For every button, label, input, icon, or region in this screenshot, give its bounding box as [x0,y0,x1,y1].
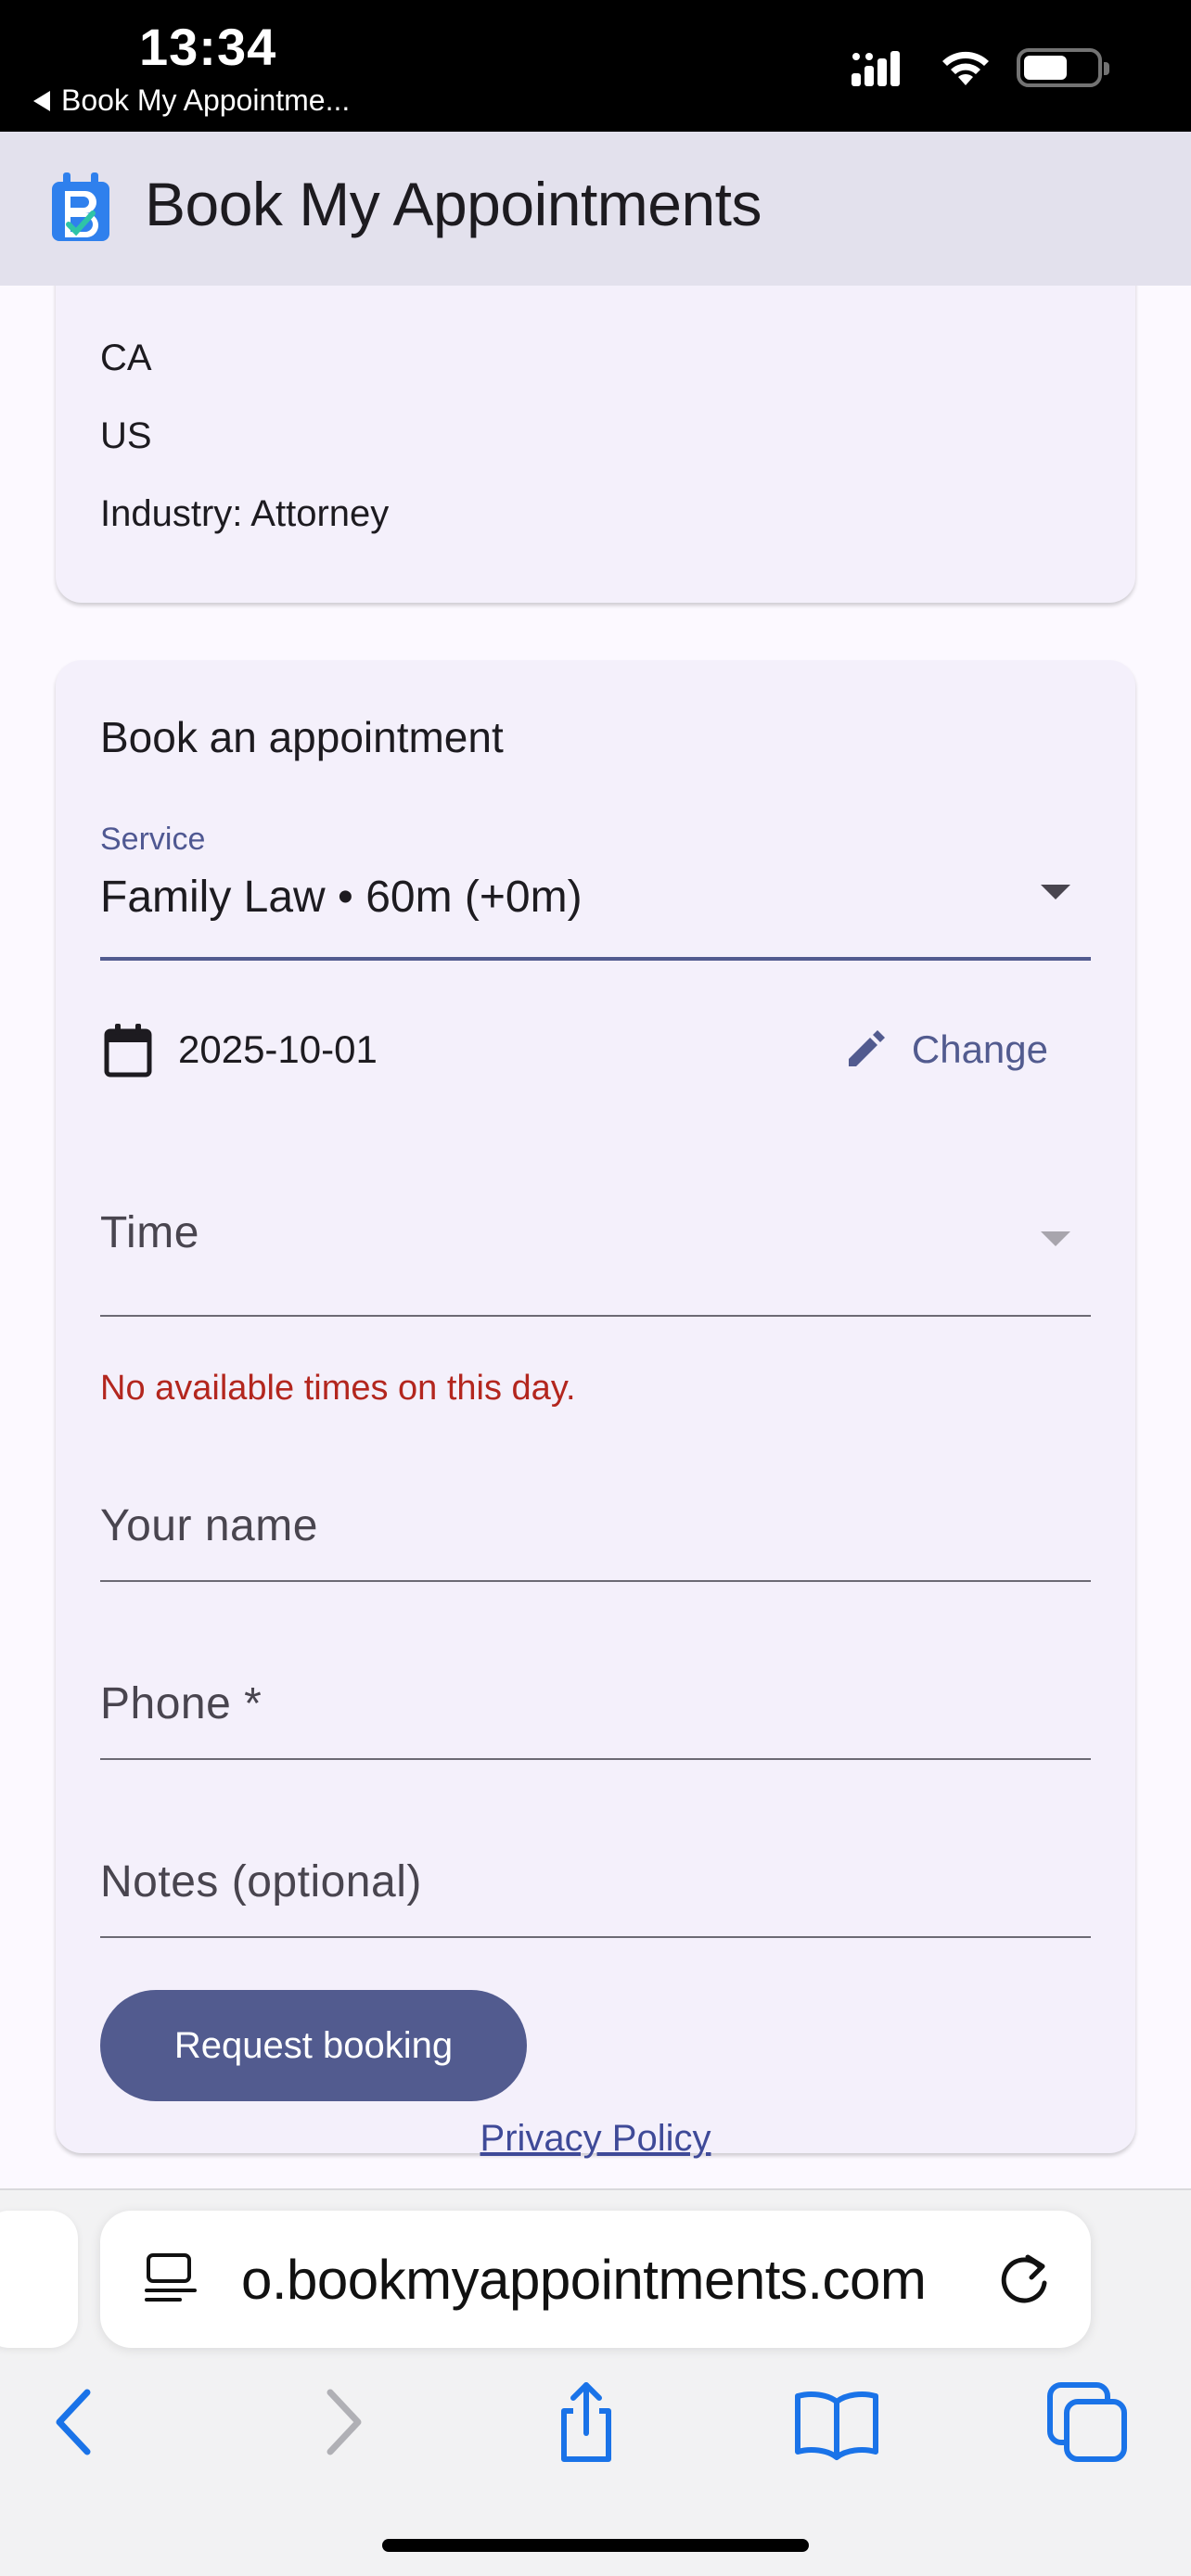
business-info-card: CA US Industry: Attorney [56,286,1135,603]
name-placeholder: Your name [100,1501,318,1550]
phone-underline [100,1758,1091,1760]
service-label: Service [100,822,206,857]
booking-card: Book an appointment Service Family Law •… [56,660,1135,2159]
back-app-label: Book My Appointme... [61,83,351,117]
selected-date: 2025-10-01 [178,1027,378,1071]
pencil-icon [848,1030,885,1066]
share-icon[interactable] [542,2378,631,2467]
time-placeholder: Time [100,1208,199,1257]
change-date-label: Change [911,1027,1048,1071]
previous-tab-peek[interactable] [0,2211,78,2348]
chevron-down-icon [1041,1231,1070,1246]
privacy-policy-link[interactable]: Privacy Policy [56,2118,1135,2160]
app-title: Book My Appointments [145,170,762,238]
calendar-icon [104,1024,152,1078]
notes-placeholder: Notes (optional) [100,1857,422,1906]
status-time: 13:34 [139,18,277,76]
tabs-icon[interactable] [1043,2378,1132,2467]
url-text: o.bookmyappointments.com [241,2249,927,2311]
app-bar: Book My Appointments [0,132,1191,286]
safari-toolbar: o.bookmyappointments.com [0,2188,1191,2576]
business-industry: Industry: Attorney [100,493,390,534]
calendar-check-logo [52,172,109,241]
page-menu-icon[interactable] [143,2251,198,2307]
cellular-signal-icon [852,51,900,86]
wifi-icon [942,51,989,85]
business-state: CA [100,338,152,378]
time-underline [100,1315,1091,1317]
back-triangle-icon [33,90,50,111]
service-value: Family Law • 60m (+0m) [100,873,583,922]
request-booking-button[interactable]: Request booking [100,1990,527,2101]
status-bar: 13:34 Book My Appointme... [0,0,1191,132]
back-to-app-link[interactable]: Book My Appointme... [33,83,350,118]
home-indicator[interactable] [382,2539,809,2552]
chevron-down-icon [1041,885,1070,899]
service-underline [100,957,1091,961]
business-country: US [100,415,152,456]
phone-placeholder: Phone * [100,1679,263,1728]
back-icon[interactable] [33,2378,122,2467]
date-row: 2025-10-01 Change [100,1013,1091,1087]
battery-icon [1017,48,1109,87]
address-bar[interactable]: o.bookmyappointments.com [100,2211,1091,2348]
forward-icon[interactable] [295,2378,384,2467]
bookmarks-icon[interactable] [792,2378,881,2467]
change-date-button[interactable]: Change [845,1016,1048,1083]
notes-underline [100,1936,1091,1938]
booking-heading: Book an appointment [100,713,504,761]
reload-icon[interactable] [994,2250,1054,2309]
name-underline [100,1580,1091,1582]
battery-level-fill [1024,56,1067,80]
main-content: CA US Industry: Attorney Book an appoint… [0,286,1191,2188]
time-error-text: No available times on this day. [100,1369,576,1408]
status-icons [852,48,1109,87]
